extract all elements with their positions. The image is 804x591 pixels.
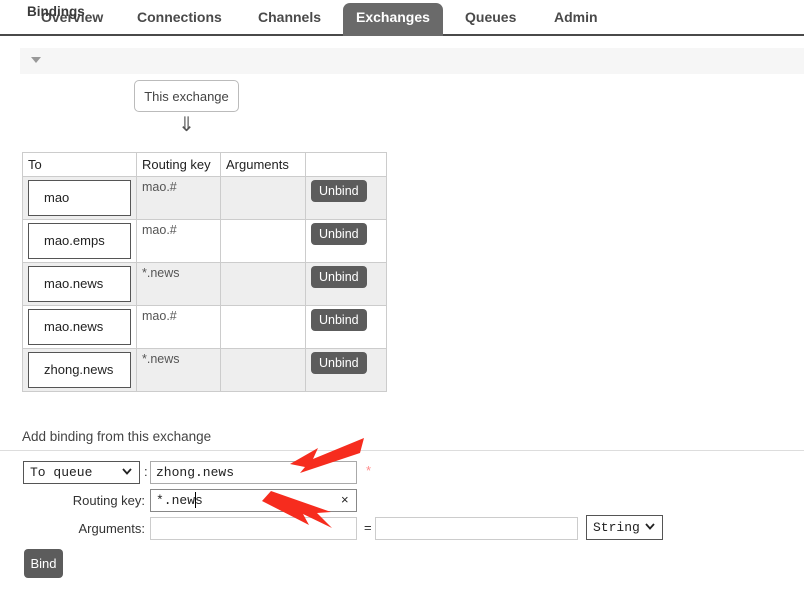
- unbind-button[interactable]: Unbind: [311, 180, 367, 202]
- arguments-type-value: String: [593, 520, 640, 535]
- main-navigation-tabs: Overview Connections Channels Exchanges …: [0, 0, 804, 36]
- queue-link[interactable]: mao.emps: [28, 223, 131, 259]
- this-exchange-box: This exchange: [134, 80, 239, 112]
- arguments-key-input[interactable]: [150, 517, 357, 540]
- cell-routing-key: mao.#: [137, 220, 221, 263]
- cell-action: Unbind: [306, 306, 387, 349]
- text-cursor: [195, 492, 196, 508]
- unbind-button[interactable]: Unbind: [311, 309, 367, 331]
- chevron-down-icon: [645, 521, 655, 531]
- column-header-to: To: [23, 153, 137, 177]
- chevron-down-icon: [122, 466, 132, 476]
- cell-action: Unbind: [306, 177, 387, 220]
- cell-routing-key: mao.#: [137, 306, 221, 349]
- bindings-section-header[interactable]: [20, 48, 804, 74]
- add-binding-form-title: Add binding from this exchange: [22, 429, 211, 444]
- destination-colon: :: [144, 464, 148, 479]
- cell-arguments: [221, 306, 306, 349]
- form-divider: [0, 450, 804, 451]
- queue-link[interactable]: zhong.news: [28, 352, 131, 388]
- table-header-row: To Routing key Arguments: [23, 153, 387, 177]
- arguments-type-select[interactable]: String: [586, 515, 663, 540]
- cell-arguments: [221, 263, 306, 306]
- column-header-action: [306, 153, 387, 177]
- cell-action: Unbind: [306, 349, 387, 392]
- cell-arguments: [221, 349, 306, 392]
- routing-key-input[interactable]: *.news: [150, 489, 357, 512]
- tab-admin[interactable]: Admin: [541, 3, 611, 36]
- table-row: mao mao.# Unbind: [23, 177, 387, 220]
- clear-icon[interactable]: ×: [341, 492, 349, 507]
- triangle-down-icon: [31, 57, 41, 63]
- bindings-table: To Routing key Arguments mao mao.# Unbin…: [22, 152, 387, 392]
- table-row: mao.news *.news Unbind: [23, 263, 387, 306]
- cell-destination: mao.emps: [23, 220, 137, 263]
- unbind-button[interactable]: Unbind: [311, 223, 367, 245]
- arguments-equals-sign: =: [364, 520, 372, 535]
- arguments-label: Arguments:: [63, 521, 145, 536]
- destination-type-select[interactable]: To queue: [23, 461, 140, 484]
- unbind-button[interactable]: Unbind: [311, 352, 367, 374]
- column-header-routing-key: Routing key: [137, 153, 221, 177]
- routing-key-label: Routing key:: [63, 493, 145, 508]
- cell-arguments: [221, 177, 306, 220]
- arguments-value-input[interactable]: [375, 517, 578, 540]
- destination-type-value: To queue: [30, 465, 92, 480]
- cell-routing-key: *.news: [137, 349, 221, 392]
- required-field-marker: *: [366, 463, 371, 478]
- tab-channels[interactable]: Channels: [245, 3, 334, 36]
- queue-link[interactable]: mao.news: [28, 266, 131, 302]
- cell-routing-key: mao.#: [137, 177, 221, 220]
- cell-action: Unbind: [306, 220, 387, 263]
- queue-link[interactable]: mao.news: [28, 309, 131, 345]
- double-down-arrow-icon: ⇓: [134, 115, 239, 135]
- cell-action: Unbind: [306, 263, 387, 306]
- destination-input[interactable]: zhong.news: [150, 461, 357, 484]
- cell-routing-key: *.news: [137, 263, 221, 306]
- tab-exchanges[interactable]: Exchanges: [343, 3, 443, 36]
- cell-destination: mao: [23, 177, 137, 220]
- bindings-section-title: Bindings: [27, 4, 85, 19]
- tab-queues[interactable]: Queues: [452, 3, 529, 36]
- cell-arguments: [221, 220, 306, 263]
- bind-button[interactable]: Bind: [24, 549, 63, 578]
- column-header-arguments: Arguments: [221, 153, 306, 177]
- tab-connections[interactable]: Connections: [124, 3, 235, 36]
- unbind-button[interactable]: Unbind: [311, 266, 367, 288]
- table-row: mao.emps mao.# Unbind: [23, 220, 387, 263]
- cell-destination: zhong.news: [23, 349, 137, 392]
- queue-link[interactable]: mao: [28, 180, 131, 216]
- cell-destination: mao.news: [23, 263, 137, 306]
- table-row: zhong.news *.news Unbind: [23, 349, 387, 392]
- cell-destination: mao.news: [23, 306, 137, 349]
- table-row: mao.news mao.# Unbind: [23, 306, 387, 349]
